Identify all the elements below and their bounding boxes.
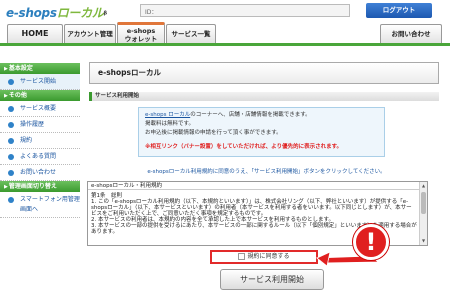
sidebar-item-overview[interactable]: サービス概要 <box>0 101 80 117</box>
sidebar-section-label: 基本設定 <box>8 65 33 72</box>
sidebar-item-label: 操作履歴 <box>20 121 45 128</box>
tab-wallet-line1: e-shops <box>126 27 156 35</box>
tab-contact[interactable]: お問い合わせ <box>380 24 442 43</box>
bullet-icon <box>8 122 14 128</box>
sidebar-section-label: その他 <box>8 92 27 99</box>
bullet-icon <box>8 197 14 203</box>
eshops-local-link[interactable]: e-shops ローカル <box>145 112 190 118</box>
tab-home[interactable]: HOME <box>7 24 63 43</box>
id-label: ID： <box>145 9 158 16</box>
logo-suffix: β <box>103 10 108 17</box>
sidebar-item-contact[interactable]: お問い合わせ <box>0 165 80 181</box>
sidebar-item-faq[interactable]: よくある質問 <box>0 149 80 165</box>
info-line-1-text: のコーナーへ、店舗・店舗情報を掲載できます。 <box>190 112 311 118</box>
sidebar-section-other: ▶その他 <box>0 90 80 101</box>
sidebar-item-label: よくある質問 <box>20 153 57 160</box>
sidebar-item-label: お問い合わせ <box>20 169 57 176</box>
logout-button[interactable]: ログアウト <box>366 3 432 18</box>
tab-service-list[interactable]: サービス一覧 <box>166 24 216 43</box>
triangle-icon: ▶ <box>4 184 8 190</box>
agree-checkbox-label: 規約に同意する <box>247 253 290 260</box>
bullet-icon <box>8 154 14 160</box>
info-line-2: 掲載料は無料です。 <box>145 121 194 127</box>
scroll-up-icon[interactable]: ▲ <box>421 183 426 189</box>
tab-wallet-line2: ウォレット <box>124 35 158 43</box>
sidebar: ▶基本設定 サービス開始 ▶その他 サービス概要 操作履歴 規約 よくある質問 … <box>0 63 80 218</box>
sidebar-item-label: サービス概要 <box>20 105 57 112</box>
info-box: e-shops ローカルのコーナーへ、店舗・店舗情報を掲載できます。 掲載料は無… <box>138 107 385 157</box>
triangle-icon: ▶ <box>4 66 8 72</box>
id-display: ID： <box>140 4 350 17</box>
sidebar-item-terms[interactable]: 規約 <box>0 133 80 149</box>
sidebar-section-switch: ▶管理画面切り替え <box>0 181 80 192</box>
sidebar-item-history[interactable]: 操作履歴 <box>0 117 80 133</box>
sidebar-item-label: 規約 <box>20 137 33 144</box>
page-title: e-shopsローカル <box>89 62 439 84</box>
sidebar-item-label: スマートフォン用管理画面へ <box>20 196 80 213</box>
section-title: サービス利用開始 <box>89 92 439 101</box>
triangle-icon: ▶ <box>4 93 8 99</box>
info-line-3: お申込後に掲載情報の申請を行って頂く事ができます。 <box>145 130 282 136</box>
agree-checkbox-row[interactable]: 規約に同意する <box>210 250 318 264</box>
agree-checkbox[interactable] <box>238 253 246 260</box>
alert-exclamation-icon: ! <box>353 224 389 260</box>
logo-main: e-shops <box>6 6 57 20</box>
sidebar-item-label: サービス開始 <box>20 78 57 85</box>
bullet-icon <box>8 170 14 176</box>
sidebar-section-basic: ▶基本設定 <box>0 63 80 74</box>
sidebar-section-label: 管理画面切り替え <box>8 183 57 190</box>
tab-wallet[interactable]: e-shops ウォレット <box>117 22 165 43</box>
bullet-icon <box>8 138 14 144</box>
header: e-shopsローカルβ ID： ログアウト <box>0 0 450 22</box>
tab-account[interactable]: アカウント管理 <box>64 24 116 43</box>
bullet-icon <box>8 106 14 112</box>
sidebar-item-smartphone[interactable]: スマートフォン用管理画面へ <box>0 192 80 218</box>
terms-title: e-shopsローカル・利用規約 <box>88 182 427 190</box>
terms-scrollbar[interactable]: ▲ ▼ <box>419 182 427 245</box>
eshops-logo[interactable]: e-shopsローカルβ <box>6 4 107 21</box>
main-nav: HOME アカウント管理 e-shops ウォレット サービス一覧 お問い合わせ <box>0 22 450 46</box>
start-service-button[interactable]: サービス利用開始 <box>220 269 324 290</box>
sidebar-item-service-start[interactable]: サービス開始 <box>0 74 80 90</box>
bullet-icon <box>8 79 14 85</box>
logo-accent: ローカル <box>56 6 104 20</box>
agree-instruction: e-shopsローカル利用規約に同意のうえ、「サービス利用開始」ボタンをクリック… <box>147 169 386 175</box>
info-line-1: e-shops ローカルのコーナーへ、店舗・店舗情報を掲載できます。 <box>145 111 378 120</box>
scroll-down-icon[interactable]: ▼ <box>421 238 426 244</box>
scroll-thumb[interactable] <box>421 192 426 214</box>
info-warning: ※相互リンク（バナー設置）をしていただければ、より優先的に表示されます。 <box>145 144 343 150</box>
arrow-head <box>316 251 331 267</box>
